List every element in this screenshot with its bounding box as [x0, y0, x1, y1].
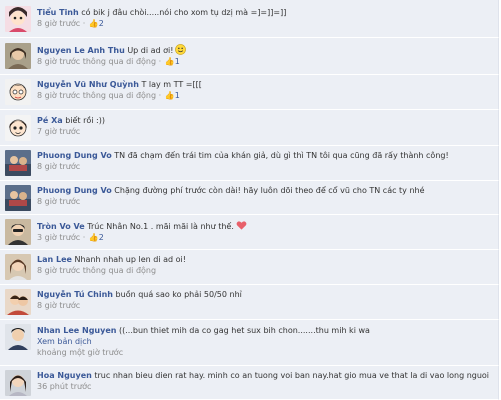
comment-item: Nhan Lee Nguyen ((...bun thiet mih da co…	[0, 320, 499, 366]
comment-time[interactable]: 8 giờ trước	[37, 301, 80, 310]
comment-item: Phuong Dung Vo Chặng đường phí trước còn…	[0, 181, 499, 215]
comment-text: TN đã chạm đến trái tim của khán giả, dù…	[114, 151, 449, 160]
comment-author[interactable]: Tròn Vo Ve	[37, 222, 85, 231]
comment-author[interactable]: Lan Lee	[37, 255, 72, 264]
comment-list: Tiểu Tinh có bik j đâu chòi.....nói cho …	[0, 0, 501, 400]
comment-time[interactable]: 7 giờ trước	[37, 127, 80, 136]
comment-author[interactable]: Nguyen Le Anh Thu	[37, 46, 125, 55]
comment-time[interactable]: 3 giờ trước	[37, 233, 80, 242]
avatar[interactable]	[5, 370, 31, 396]
comment-time[interactable]: 8 giờ trước	[37, 162, 80, 171]
comment-item: Pé Xa biết rồi :)) 7 giờ trước	[0, 110, 499, 146]
comment-via: thông qua di động	[82, 57, 157, 66]
comment-item: Tròn Vo Ve Trúc Nhân No.1 . mãi mãi là n…	[0, 215, 499, 250]
like-icon[interactable]: 👍	[165, 91, 175, 100]
smile-icon	[175, 44, 187, 55]
comment-author[interactable]: Nhan Lee Nguyen	[37, 326, 116, 335]
comment-text: có bik j đâu chòi.....nói cho xom tụ dzị…	[81, 8, 287, 17]
comment-time[interactable]: 8 giờ trước	[37, 266, 80, 275]
comment-author[interactable]: Nguyễn Tú Chinh	[37, 290, 113, 299]
comment-author[interactable]: Hoa Nguyen	[37, 371, 92, 380]
avatar[interactable]	[5, 79, 31, 105]
avatar[interactable]	[5, 254, 31, 280]
avatar[interactable]	[5, 219, 31, 245]
comment-author[interactable]: Phuong Dung Vo	[37, 151, 112, 160]
see-translation-link[interactable]: Xem bản dịch	[37, 337, 92, 346]
comment-text: Chặng đường phí trước còn dài! hãy luôn …	[114, 186, 425, 195]
comment-time[interactable]: 8 giờ trước	[37, 19, 80, 28]
comment-text: T lay m TT =[[[	[141, 80, 202, 89]
comment-item: Lan Lee Nhanh nhah up len di ad oi! 8 gi…	[0, 250, 499, 285]
comment-item: Hoa Nguyen truc nhan bieu dien rat hay. …	[0, 366, 499, 400]
comment-via: thông qua di động	[82, 91, 157, 100]
comment-author[interactable]: Phuong Dung Vo	[37, 186, 112, 195]
comment-time[interactable]: 8 giờ trước	[37, 57, 80, 66]
comment-text: Up di ad ơi!	[127, 46, 174, 55]
comment-item: Tiểu Tinh có bik j đâu chòi.....nói cho …	[0, 0, 499, 38]
like-icon[interactable]: 👍	[89, 233, 99, 242]
comment-author[interactable]: Pé Xa	[37, 116, 63, 125]
avatar[interactable]	[5, 289, 31, 315]
like-icon[interactable]: 👍	[89, 19, 99, 28]
comment-text: Nhanh nhah up len di ad oi!	[74, 255, 186, 264]
comment-via: thông qua di động	[82, 266, 157, 275]
like-icon[interactable]: 👍	[165, 57, 175, 66]
comment-author[interactable]: Tiểu Tinh	[37, 8, 79, 17]
comment-author[interactable]: Nguyễn Vũ Như Quỳnh	[37, 80, 139, 89]
comment-text: ((...bun thiet mih da co gag het sux bih…	[119, 326, 370, 335]
avatar[interactable]	[5, 185, 31, 211]
comment-time[interactable]: khoảng một giờ trước	[37, 348, 123, 357]
comment-text: buồn quá sao ko phải 50/50 nhỉ	[115, 290, 242, 299]
avatar[interactable]	[5, 115, 31, 141]
avatar[interactable]	[5, 6, 31, 32]
comment-item: Nguyen Le Anh Thu Up di ad ơi! 8 giờ trư…	[0, 38, 499, 75]
like-count[interactable]: 2	[99, 233, 104, 242]
comment-item: Phuong Dung Vo TN đã chạm đến trái tim c…	[0, 146, 499, 181]
like-count[interactable]: 1	[175, 57, 180, 66]
like-count[interactable]: 1	[175, 91, 180, 100]
comment-time[interactable]: 36 phút trước	[37, 382, 91, 391]
comment-time[interactable]: 8 giờ trước	[37, 91, 80, 100]
comment-text: Trúc Nhân No.1 . mãi mãi là như thế.	[87, 222, 234, 231]
comment-item: Nguyễn Vũ Như Quỳnh T lay m TT =[[[ 8 gi…	[0, 75, 499, 110]
avatar[interactable]	[5, 150, 31, 176]
comment-text: truc nhan bieu dien rat hay. minh co an …	[94, 371, 490, 380]
like-count[interactable]: 2	[99, 19, 104, 28]
avatar[interactable]	[5, 43, 31, 69]
heart-icon	[236, 220, 247, 231]
avatar[interactable]	[5, 324, 31, 350]
comment-time[interactable]: 8 giờ trước	[37, 197, 80, 206]
comment-item: Nguyễn Tú Chinh buồn quá sao ko phải 50/…	[0, 285, 499, 320]
comment-text: biết rồi :))	[65, 116, 105, 125]
